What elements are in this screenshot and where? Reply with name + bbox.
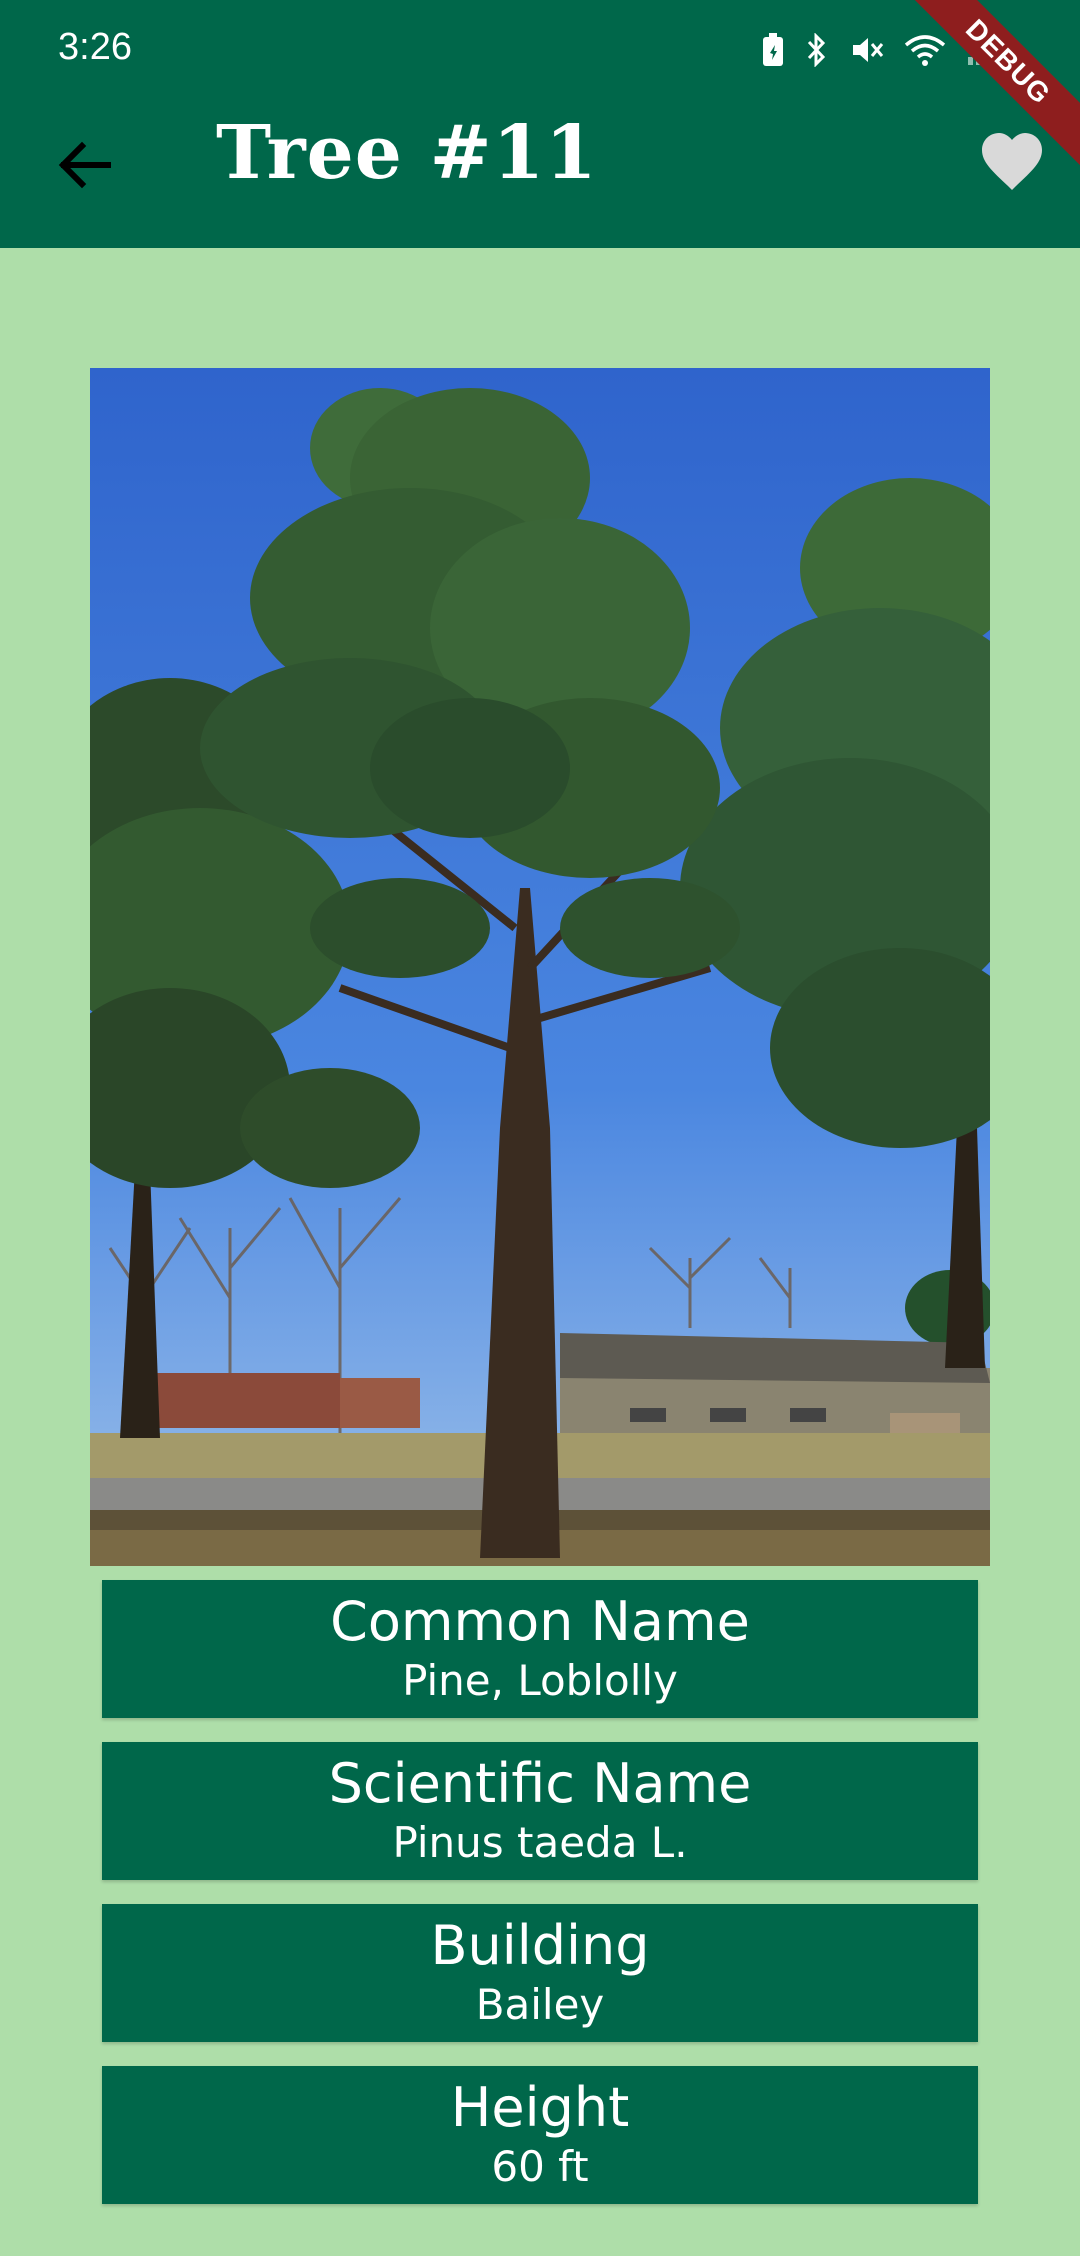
info-card-height: Height 60 ft	[102, 2066, 978, 2204]
info-card-scientific-name: Scientific Name Pinus taeda L.	[102, 1742, 978, 1880]
arrow-back-icon[interactable]	[50, 130, 120, 200]
height-label: Height	[450, 2076, 630, 2139]
app-bar: 3:26 Tree #11	[0, 0, 1080, 248]
page-title: Tree #11	[216, 110, 598, 196]
scientific-name-value: Pinus taeda L.	[392, 1818, 688, 1867]
building-value: Bailey	[475, 1980, 605, 2029]
scientific-name-label: Scientific Name	[328, 1752, 752, 1815]
common-name-label: Common Name	[330, 1590, 750, 1653]
info-card-common-name: Common Name Pine, Loblolly	[102, 1580, 978, 1718]
wifi-icon	[904, 35, 946, 66]
mute-icon	[853, 38, 884, 62]
info-card-building: Building Bailey	[102, 1904, 978, 2042]
tree-photo	[90, 368, 990, 1566]
building-label: Building	[430, 1914, 650, 1977]
battery-saver-icon	[763, 33, 783, 66]
bluetooth-icon	[807, 33, 826, 67]
heart-icon[interactable]	[980, 132, 1044, 192]
common-name-value: Pine, Loblolly	[402, 1656, 678, 1705]
height-value: 60 ft	[491, 2142, 589, 2191]
status-time: 3:26	[58, 26, 132, 68]
